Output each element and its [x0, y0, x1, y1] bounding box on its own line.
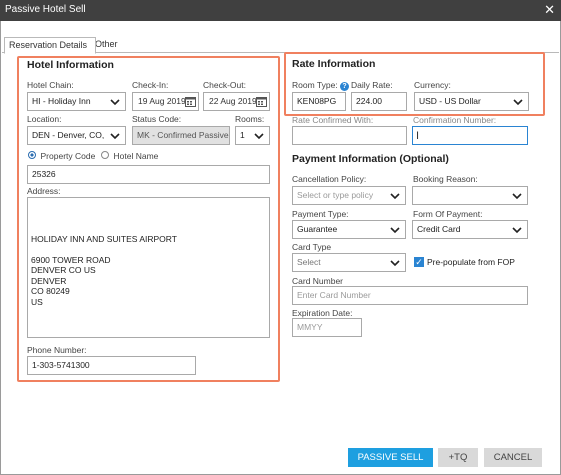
- form-of-payment-label: Form Of Payment:: [413, 209, 483, 219]
- payment-type-select[interactable]: Guarantee: [292, 220, 406, 239]
- daily-rate-input[interactable]: 224.00: [351, 92, 407, 111]
- chevron-down-icon: [110, 133, 120, 140]
- tq-button[interactable]: +TQ: [438, 448, 478, 467]
- payment-type-label: Payment Type:: [292, 209, 349, 219]
- hotel-chain-select[interactable]: HI - Holiday Inn: [27, 92, 126, 111]
- cancel-button[interactable]: CANCEL: [484, 448, 542, 467]
- confirmation-number-input[interactable]: I: [412, 126, 528, 145]
- currency-label: Currency:: [414, 80, 451, 90]
- chevron-down-icon: [254, 133, 264, 140]
- card-number-input[interactable]: Enter Card Number: [292, 286, 528, 305]
- radio-selected-icon: [28, 151, 36, 159]
- chevron-down-icon: [390, 193, 400, 200]
- tab-other[interactable]: Other: [91, 37, 129, 52]
- form-of-payment-select[interactable]: Credit Card: [412, 220, 528, 239]
- check-out-label: Check-Out:: [203, 80, 246, 90]
- expiration-date-label: Expiration Date:: [292, 308, 353, 318]
- card-number-label: Card Number: [292, 276, 344, 286]
- phone-number-input[interactable]: 1-303-5741300: [27, 356, 196, 375]
- chevron-down-icon: [513, 99, 523, 106]
- check-in-field[interactable]: 19 Aug 2019: [132, 92, 199, 111]
- chevron-down-icon: [512, 227, 522, 234]
- address-label: Address:: [27, 186, 61, 196]
- cancellation-policy-label: Cancellation Policy:: [292, 174, 367, 184]
- window-title: Passive Hotel Sell: [5, 4, 86, 15]
- rate-confirmed-label: Rate Confirmed With:: [292, 115, 374, 125]
- hotel-info-heading: Hotel Information: [27, 59, 114, 71]
- check-out-field[interactable]: 22 Aug 2019: [203, 92, 270, 111]
- address-textarea[interactable]: HOLIDAY INN AND SUITES AIRPORT 6900 TOWE…: [27, 197, 270, 338]
- booking-reason-label: Booking Reason:: [413, 174, 478, 184]
- confirmation-number-label: Confirmation Number:: [413, 115, 497, 125]
- payment-info-heading: Payment Information (Optional): [292, 153, 449, 165]
- radio-unselected-icon: [101, 151, 109, 159]
- card-type-select[interactable]: Select: [292, 253, 406, 272]
- currency-select[interactable]: USD - US Dollar: [414, 92, 529, 111]
- radio-property-code[interactable]: Property Code: [28, 151, 95, 161]
- property-code-input[interactable]: 25326: [27, 165, 270, 184]
- rooms-select[interactable]: 1: [235, 126, 270, 145]
- text-cursor-icon: I: [416, 130, 420, 142]
- check-in-label: Check-In:: [132, 80, 169, 90]
- location-label: Location:: [27, 114, 62, 124]
- chevron-down-icon: [390, 227, 400, 234]
- card-type-label: Card Type: [292, 242, 332, 252]
- status-code-label: Status Code:: [132, 114, 182, 124]
- rate-confirmed-input[interactable]: [292, 126, 407, 145]
- chevron-down-icon: [390, 260, 400, 267]
- location-select[interactable]: DEN - Denver, CO, U: [27, 126, 126, 145]
- close-icon[interactable]: ✕: [544, 2, 555, 18]
- checkmark-icon: ✓: [414, 257, 424, 267]
- passive-sell-button[interactable]: PASSIVE SELL: [348, 448, 433, 467]
- chevron-down-icon: [110, 99, 120, 106]
- expiration-date-input[interactable]: MMYY: [292, 318, 362, 337]
- hotel-chain-label: Hotel Chain:: [27, 80, 74, 90]
- title-bar: Passive Hotel Sell ✕: [0, 0, 561, 21]
- room-type-input[interactable]: KEN08PG: [292, 92, 346, 111]
- help-icon[interactable]: ?: [340, 82, 350, 91]
- radio-hotel-name[interactable]: Hotel Name: [101, 151, 158, 161]
- daily-rate-label: Daily Rate:: [351, 80, 393, 90]
- tab-reservation-details[interactable]: Reservation Details: [4, 37, 96, 54]
- cancellation-policy-select[interactable]: Select or type policy: [292, 186, 406, 205]
- booking-reason-select[interactable]: [412, 186, 528, 205]
- status-code-field: MK - Confirmed Passive: [132, 126, 230, 145]
- rooms-label: Rooms:: [235, 114, 265, 124]
- calendar-icon[interactable]: [185, 96, 196, 107]
- rate-info-heading: Rate Information: [292, 58, 376, 70]
- room-type-label: Room Type: ?: [292, 80, 350, 91]
- prepopulate-checkbox[interactable]: ✓ Pre-populate from FOP: [414, 257, 515, 267]
- calendar-icon[interactable]: [256, 96, 267, 107]
- chevron-down-icon: [512, 193, 522, 200]
- phone-number-label: Phone Number:: [27, 345, 87, 355]
